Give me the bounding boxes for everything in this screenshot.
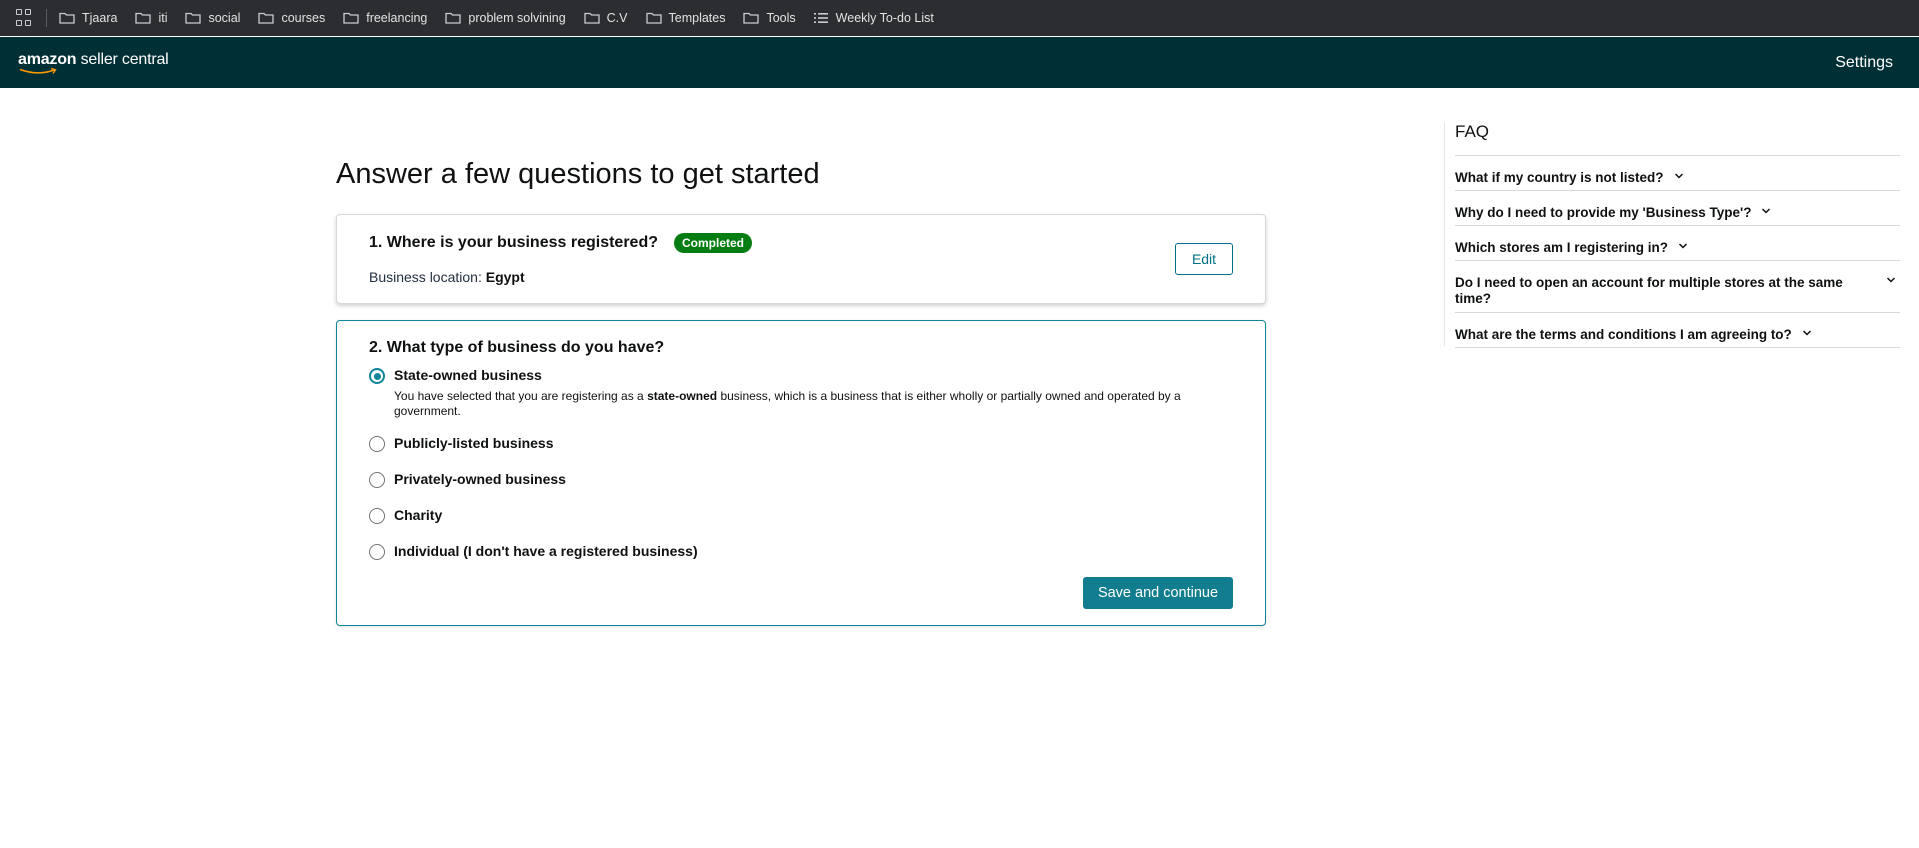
bookmark-label: freelancing — [366, 11, 428, 25]
folder-icon — [185, 12, 202, 24]
bookmark-label: Tjaara — [82, 11, 118, 25]
bookmark-templates[interactable]: Templates — [645, 11, 726, 25]
bookmark-problem-solvining[interactable]: problem solvining — [445, 11, 566, 25]
bookmarks-bar: Tjaara iti social courses freelancing pr… — [0, 0, 1919, 36]
option-publicly-listed[interactable]: Publicly-listed business — [369, 435, 554, 452]
folder-icon — [258, 12, 275, 24]
business-location: Business location: Egypt — [369, 269, 525, 285]
folder-icon — [645, 12, 662, 24]
bookmark-label: social — [208, 11, 241, 25]
bookmark-courses[interactable]: courses — [258, 11, 325, 25]
amazon-seller-central-logo[interactable]: amazon seller central — [18, 51, 169, 75]
business-location-value: Egypt — [485, 269, 525, 285]
chevron-down-icon — [1886, 277, 1896, 283]
save-and-continue-button[interactable]: Save and continue — [1083, 577, 1233, 609]
faq-question: Why do I need to provide my 'Business Ty… — [1455, 205, 1752, 220]
chevron-down-icon — [1762, 208, 1771, 214]
folder-icon — [135, 12, 152, 24]
settings-link[interactable]: Settings — [1835, 54, 1893, 72]
top-header: amazon seller central Settings — [0, 37, 1919, 88]
option-label: Publicly-listed business — [394, 435, 554, 451]
folder-icon — [445, 12, 462, 24]
faq-panel: FAQ What if my country is not listed? Wh… — [1455, 122, 1900, 348]
desc-pre: You have selected that you are registeri… — [394, 389, 644, 403]
bookmark-label: Templates — [668, 11, 726, 25]
option-privately-owned[interactable]: Privately-owned business — [369, 471, 566, 488]
bookmark-cv[interactable]: C.V — [584, 11, 628, 25]
faq-item[interactable]: What are the terms and conditions I am a… — [1455, 313, 1900, 348]
question-2-card: 2. What type of business do you have? St… — [336, 320, 1266, 626]
folder-icon — [343, 12, 359, 24]
bookmark-weekly-todo[interactable]: Weekly To-do List — [813, 11, 934, 25]
radio-state-owned[interactable] — [369, 368, 385, 384]
bookmark-label: iti — [158, 11, 168, 25]
question-1-card: 1. Where is your business registered? Co… — [336, 214, 1266, 304]
desc-bold: state-owned — [647, 389, 718, 403]
bookmark-label: Tools — [766, 11, 796, 25]
logo-brand: amazon — [18, 50, 77, 68]
list-icon — [813, 12, 828, 24]
faq-question: What if my country is not listed? — [1455, 170, 1664, 185]
option-state-owned[interactable]: State-owned business — [369, 367, 542, 384]
folder-icon — [584, 12, 600, 24]
folder-icon — [59, 12, 75, 24]
radio-charity[interactable] — [369, 508, 385, 524]
logo-product: seller central — [80, 50, 169, 68]
chevron-down-icon — [1679, 243, 1688, 249]
faq-item[interactable]: What if my country is not listed? — [1455, 156, 1900, 191]
bookmark-label: courses — [281, 11, 326, 25]
bookmark-social[interactable]: social — [185, 11, 240, 25]
chevron-down-icon — [1674, 173, 1683, 179]
option-label: State-owned business — [394, 367, 542, 383]
bookmark-label: problem solvining — [468, 11, 566, 25]
question-2-title: 2. What type of business do you have? — [369, 339, 665, 356]
business-location-label: Business location: — [369, 269, 482, 285]
folder-icon — [743, 12, 760, 24]
faq-question: Do I need to open an account for multipl… — [1455, 275, 1843, 306]
question-1-title: 1. Where is your business registered? — [369, 234, 658, 251]
page-title: Answer a few questions to get started — [336, 158, 820, 190]
apps-grid-icon[interactable] — [16, 9, 34, 27]
faq-question: What are the terms and conditions I am a… — [1455, 327, 1792, 342]
bookmark-tools[interactable]: Tools — [743, 11, 796, 25]
smile-arrow-icon — [19, 67, 57, 74]
bookmark-tjaara[interactable]: Tjaara — [59, 11, 117, 25]
radio-individual[interactable] — [369, 544, 385, 560]
faq-question: Which stores am I registering in? — [1455, 240, 1669, 255]
radio-publicly-listed[interactable] — [369, 436, 385, 452]
bookmark-label: Weekly To-do List — [835, 11, 934, 25]
option-label: Charity — [394, 507, 443, 523]
option-label: Privately-owned business — [394, 471, 566, 487]
faq-item[interactable]: Why do I need to provide my 'Business Ty… — [1455, 191, 1900, 226]
bookmark-label: C.V — [606, 11, 628, 25]
option-individual[interactable]: Individual (I don't have a registered bu… — [369, 543, 698, 560]
faq-item[interactable]: Which stores am I registering in? — [1455, 226, 1900, 261]
edit-button[interactable]: Edit — [1175, 243, 1233, 275]
bookmark-iti[interactable]: iti — [135, 11, 167, 25]
faq-divider — [1444, 122, 1445, 346]
bookmark-freelancing[interactable]: freelancing — [343, 11, 427, 25]
selected-option-description: You have selected that you are registeri… — [394, 389, 1234, 419]
faq-item[interactable]: Do I need to open an account for multipl… — [1455, 261, 1900, 313]
completed-badge: Completed — [673, 233, 752, 253]
bookmarks-divider — [46, 9, 47, 27]
option-charity[interactable]: Charity — [369, 507, 442, 524]
option-label: Individual (I don't have a registered bu… — [394, 543, 698, 559]
chevron-down-icon — [1802, 330, 1811, 336]
radio-privately-owned[interactable] — [369, 472, 385, 488]
faq-title: FAQ — [1455, 122, 1900, 156]
